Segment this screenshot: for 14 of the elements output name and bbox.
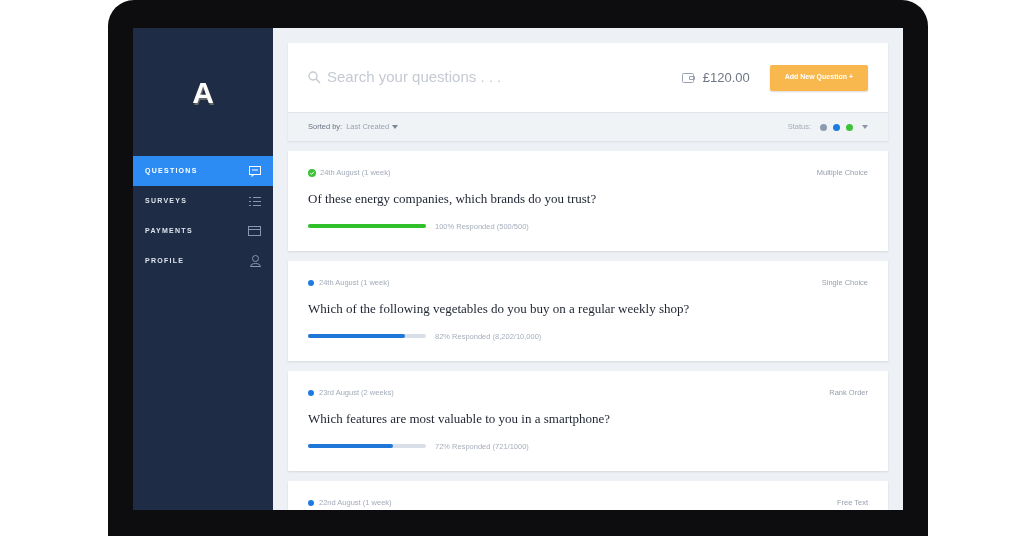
wallet-icon [681,72,695,83]
list-icon [249,195,261,207]
question-title[interactable]: Which features are most valuable to you in a smartphone? [308,409,868,429]
user-icon [250,255,261,267]
card-icon [248,226,261,236]
search-field[interactable]: Search your questions . . . [327,66,674,89]
question-title[interactable]: Which of the following vegetables do you buy on a regular weekly shop? [308,299,868,319]
logo: A [192,74,214,111]
balance-amount: £120.00 [702,68,750,87]
caret-icon [392,125,399,129]
caret-icon [862,125,868,129]
question-title[interactable]: Of these energy companies, which brands do you trust? [308,189,868,209]
message-icon [249,165,261,177]
search-icon [308,71,321,84]
